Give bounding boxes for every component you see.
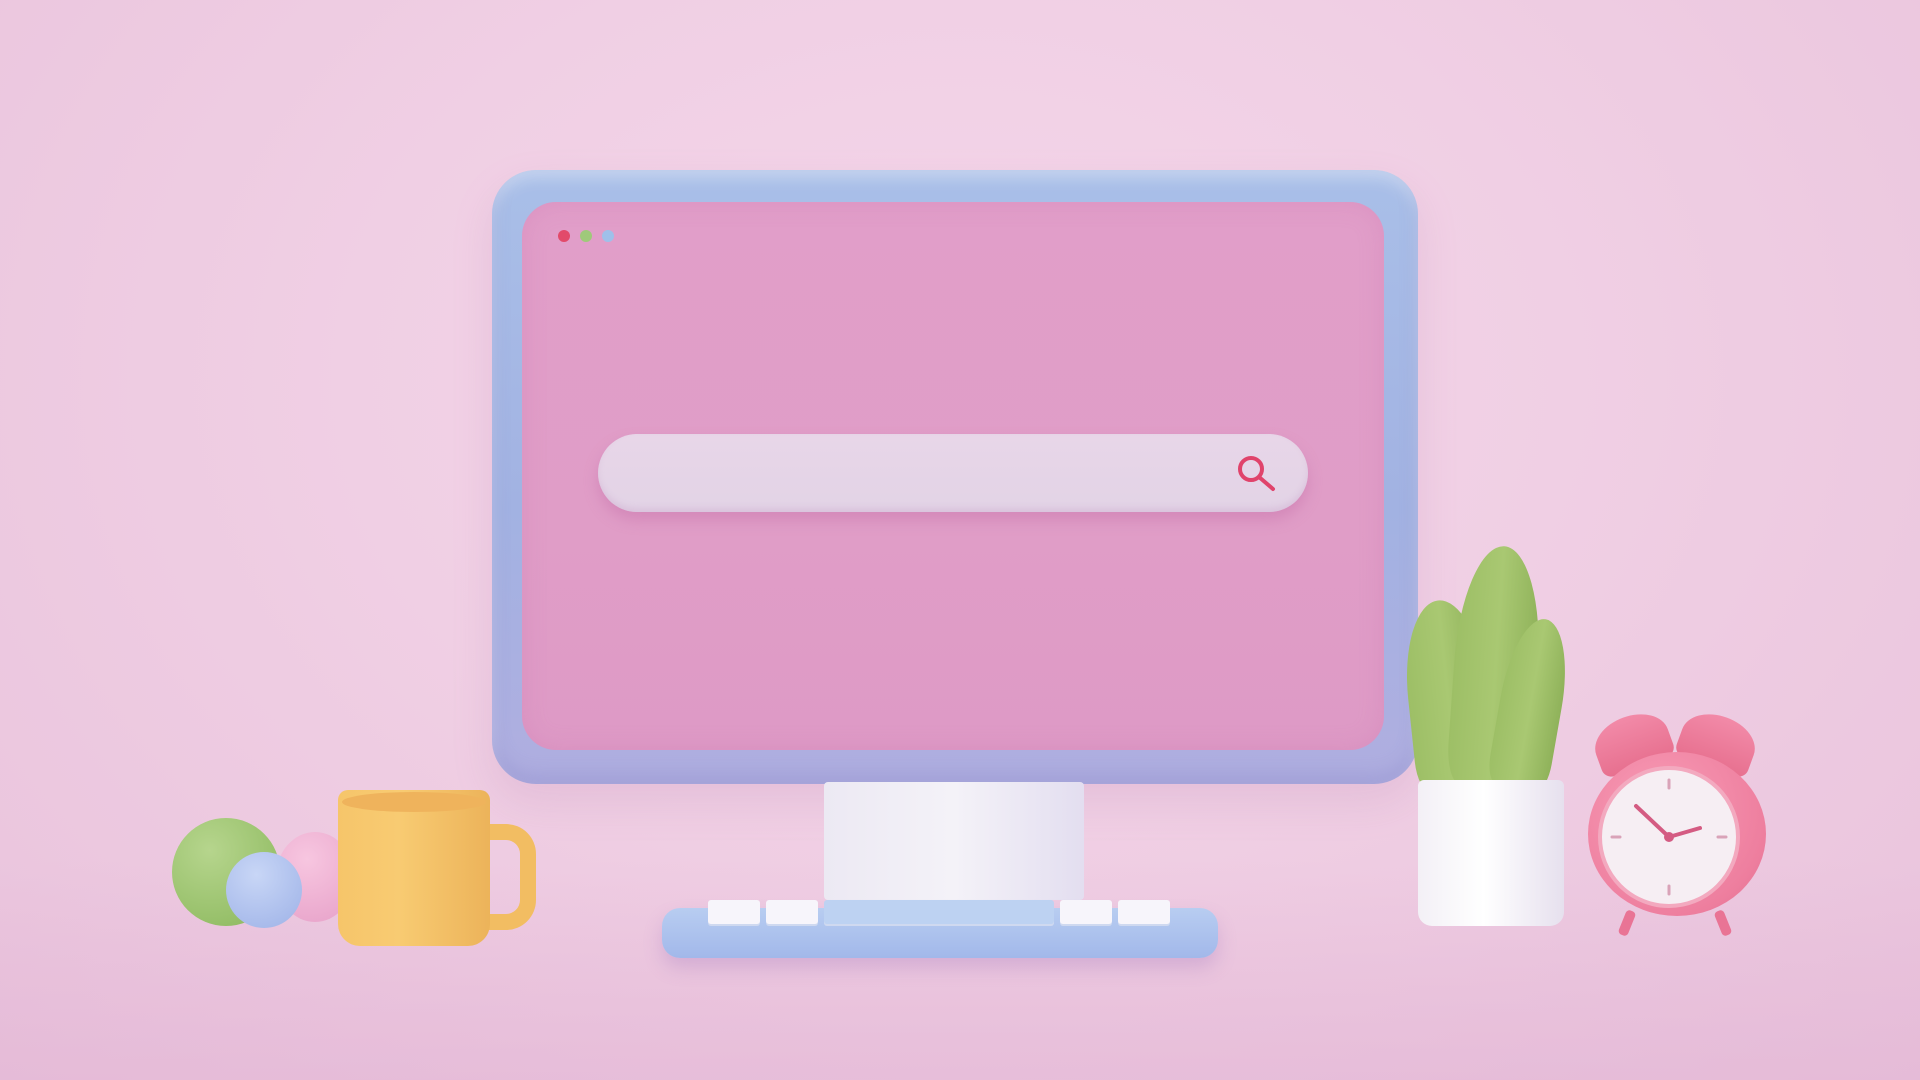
keyboard-key	[766, 900, 818, 924]
keyboard-key	[1060, 900, 1112, 924]
close-dot-icon[interactable]	[558, 230, 570, 242]
monitor-screen	[522, 202, 1384, 750]
minimize-dot-icon[interactable]	[580, 230, 592, 242]
search-icon[interactable]	[1234, 452, 1278, 496]
mug	[338, 790, 536, 946]
clock-hands-icon	[1610, 778, 1728, 896]
search-bar[interactable]	[598, 434, 1308, 512]
monitor-stand	[824, 782, 1084, 900]
window-controls	[558, 230, 614, 242]
keyboard-spacebar	[824, 900, 1054, 924]
mug-rim	[342, 792, 486, 812]
keyboard-key	[1118, 900, 1170, 924]
maximize-dot-icon[interactable]	[602, 230, 614, 242]
monitor	[492, 170, 1418, 784]
blue-ball	[226, 852, 302, 928]
keyboard	[700, 900, 1178, 926]
search-input[interactable]	[638, 454, 1182, 494]
mug-body	[338, 790, 490, 946]
plant-pot	[1418, 780, 1564, 926]
keyboard-key	[708, 900, 760, 924]
scene	[0, 0, 1920, 1080]
clock-face	[1598, 766, 1740, 908]
alarm-clock	[1587, 704, 1772, 937]
